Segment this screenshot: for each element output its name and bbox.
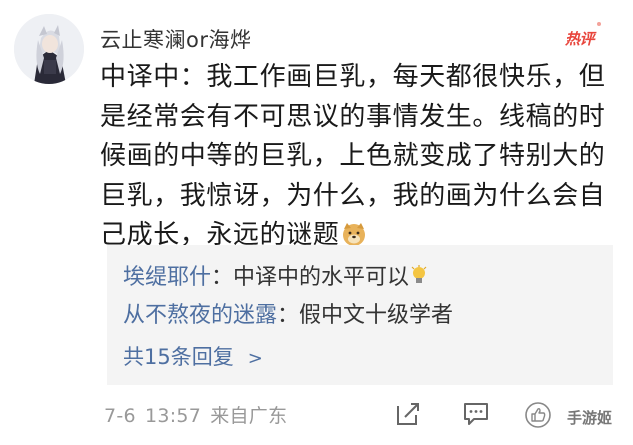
- reply-item[interactable]: 从不熬夜的迷露：假中文十级学者: [123, 297, 453, 329]
- avatar[interactable]: [14, 14, 84, 84]
- comment-icon[interactable]: [462, 400, 490, 428]
- like-icon[interactable]: [525, 402, 551, 428]
- post-meta: 7-6 13:57 来自广东: [104, 401, 287, 428]
- reply-separator: ：: [211, 265, 234, 290]
- hot-badge: 热评: [565, 30, 595, 48]
- post-time: 13:57: [144, 405, 202, 427]
- reply-count-label: 共15条回复: [123, 345, 234, 369]
- comment-body: 中译中：我工作画巨乳，每天都很快乐，但是经常会有不可思议的事情发生。线稿的时候画…: [100, 58, 620, 256]
- chevron-right-icon: >: [247, 348, 263, 369]
- reply-text: 中译中的水平可以: [233, 265, 410, 290]
- view-all-replies-link[interactable]: 共15条回复 >: [123, 341, 263, 371]
- reply-text: 假中文十级学者: [299, 303, 454, 328]
- reply-author[interactable]: 埃缇耶什: [123, 265, 211, 290]
- reply-separator: ：: [277, 303, 300, 328]
- share-icon[interactable]: [394, 400, 422, 428]
- post-date: 7-6: [104, 405, 136, 427]
- bulb-icon: [411, 265, 427, 283]
- anime-avatar-icon: [14, 14, 84, 84]
- reply-item[interactable]: 埃缇耶什：中译中的水平可以: [123, 259, 427, 291]
- reply-preview[interactable]: 埃缇耶什：中译中的水平可以 从不熬夜的迷露：假中文十级学者 共15条回复 >: [107, 245, 613, 385]
- hot-badge-dot: [597, 22, 601, 26]
- watermark: 手游姬: [567, 409, 613, 427]
- comment-card: 云止寒澜or海烨 热评 中译中：我工作画巨乳，每天都很快乐，但是经常会有不可思议…: [0, 0, 633, 445]
- doge-emoji-icon: [343, 223, 366, 246]
- username[interactable]: 云止寒澜or海烨: [100, 24, 251, 54]
- reply-author[interactable]: 从不熬夜的迷露: [123, 303, 277, 328]
- post-source: 来自广东: [210, 405, 288, 427]
